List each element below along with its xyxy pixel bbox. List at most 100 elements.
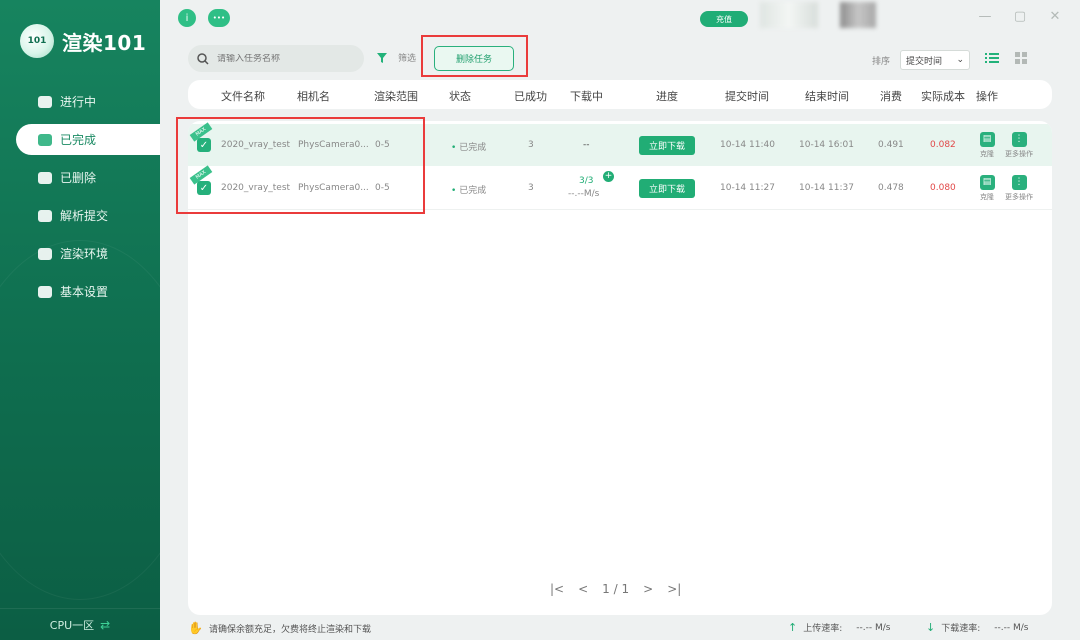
shield-icon[interactable]: i [178, 9, 196, 27]
status-text: 已完成 [459, 186, 487, 196]
last-page-button[interactable]: >| [667, 582, 681, 596]
row-checkbox[interactable]: ✓ [197, 138, 211, 152]
delete-cloud-icon [38, 171, 52, 184]
sort-select[interactable]: 提交时间 ⌄ [900, 50, 971, 70]
warning-text: 请确保余额充足，欠费将终止渲染和下载 [208, 624, 371, 635]
cell-status: • 已完成 [451, 143, 487, 153]
more-actions-label: 更多操作 [1005, 150, 1033, 158]
header-success[interactable]: 已成功 [514, 88, 547, 104]
delete-task-button[interactable]: 删除任务 [434, 46, 514, 71]
status-text: 已完成 [459, 143, 487, 153]
download-value: --.-- M/s [994, 622, 1029, 633]
clone-icon: ▤ [979, 175, 995, 190]
header-file-name[interactable]: 文件名称 [221, 88, 265, 104]
header-actual-cost[interactable]: 实际成本 [921, 88, 965, 104]
upload-speed: ↑ 上传速率: --.-- M/s [788, 621, 890, 634]
cell-consume: 0.491 [878, 140, 904, 150]
sidebar-item-completed[interactable]: 已完成 [16, 124, 160, 155]
sidebar-item-label: 渲染环境 [60, 247, 109, 261]
sidebar-item-deleted[interactable]: 已删除 [16, 162, 160, 193]
table-row[interactable]: MAX ✓ 2020_vray_test PhysCamera0... 0-5 … [188, 122, 1052, 166]
cell-end-time: 10-14 16:01 [799, 140, 854, 150]
plus-icon[interactable]: + [603, 171, 614, 182]
clone-icon: ▤ [979, 132, 995, 147]
minimize-icon[interactable]: — [978, 10, 992, 24]
cell-success: 3 [528, 183, 534, 193]
download-speed: ↓ 下载速率: --.-- M/s [926, 621, 1028, 634]
grid-view-icon[interactable] [1014, 52, 1028, 64]
header-status[interactable]: 状态 [449, 88, 471, 104]
cell-range: 0-5 [375, 183, 390, 193]
clone-button[interactable]: ▤ 克隆 [975, 175, 999, 202]
chevron-down-icon: ⌄ [956, 55, 965, 65]
header-range[interactable]: 渲染范围 [374, 88, 418, 104]
cell-download-speed: --.--M/s [568, 189, 600, 199]
maximize-icon[interactable]: ▢ [1013, 10, 1027, 24]
cell-status: • 已完成 [451, 186, 487, 196]
camera-icon [38, 209, 52, 222]
download-arrow-icon: ↓ [926, 621, 936, 634]
list-view-icon[interactable] [985, 52, 999, 64]
app-logo: 101 渲染101 [20, 24, 146, 58]
sidebar-item-label: 基本设置 [60, 285, 109, 299]
download-now-button[interactable]: 立即下载 [639, 179, 695, 198]
upload-label: 上传速率: [803, 624, 843, 634]
next-page-button[interactable]: > [643, 582, 653, 596]
clone-label: 克隆 [980, 193, 994, 201]
header-camera[interactable]: 相机名 [297, 88, 330, 104]
cell-downloading: -- [583, 140, 590, 150]
sidebar-nav: 进行中 已完成 已删除 解析提交 渲染环境 基本设置 [0, 86, 160, 314]
more-actions-button[interactable]: ⋮ 更多操作 [1001, 132, 1037, 159]
close-icon[interactable]: ✕ [1048, 10, 1062, 24]
header-end-time[interactable]: 结束时间 [805, 88, 849, 104]
upload-arrow-icon: ↑ [788, 621, 798, 634]
header-consume[interactable]: 消费 [880, 88, 902, 104]
header-progress[interactable]: 进度 [656, 88, 678, 104]
sidebar-item-render-env[interactable]: 渲染环境 [16, 238, 160, 269]
clone-button[interactable]: ▤ 克隆 [975, 132, 999, 159]
row-checkbox[interactable]: ✓ [197, 181, 211, 195]
search-box [188, 45, 364, 72]
bell-icon: ✋ [188, 621, 203, 635]
avatar[interactable] [840, 2, 876, 28]
first-page-button[interactable]: |< [550, 582, 564, 596]
filter-label: 筛选 [398, 54, 417, 64]
download-now-button[interactable]: 立即下载 [639, 136, 695, 155]
balance-warning: ✋ 请确保余额充足，欠费将终止渲染和下载 [188, 621, 371, 635]
sidebar-item-settings[interactable]: 基本设置 [16, 276, 160, 307]
sidebar-item-label: 已完成 [60, 133, 97, 147]
filter-icon [377, 52, 387, 63]
more-icon: ⋮ [1011, 175, 1027, 190]
title-bar: i ••• 充值 — ▢ ✕ [160, 0, 1080, 38]
cell-actual-cost: 0.080 [930, 183, 956, 193]
more-actions-button[interactable]: ⋮ 更多操作 [1001, 175, 1037, 202]
status-bar: ✋ 请确保余额充足，欠费将终止渲染和下载 ↑ 上传速率: --.-- M/s ↓… [160, 615, 1080, 640]
cell-submit-time: 10-14 11:40 [720, 140, 775, 150]
row-divider [188, 209, 1052, 210]
header-submit-time[interactable]: 提交时间 [725, 88, 769, 104]
box-icon [38, 247, 52, 260]
sidebar-item-in-progress[interactable]: 进行中 [16, 86, 160, 117]
header-actions: 操作 [976, 90, 998, 103]
cell-file-name: 2020_vray_test [221, 183, 291, 193]
app-title: 渲染101 [62, 30, 147, 55]
chat-icon[interactable]: ••• [208, 9, 230, 27]
search-input[interactable] [217, 53, 347, 64]
cell-camera: PhysCamera0... [298, 183, 369, 193]
table-row[interactable]: MAX ✓ 2020_vray_test PhysCamera0... 0-5 … [188, 165, 1052, 209]
sidebar-item-label: 已删除 [60, 171, 97, 185]
folder-icon [38, 285, 52, 298]
download-label: 下载速率: [941, 624, 981, 634]
cpu-zone-switch[interactable]: CPU一区 ⇄ [0, 608, 160, 640]
sidebar-item-label: 解析提交 [60, 209, 109, 223]
recharge-button[interactable]: 充值 [700, 11, 748, 27]
filter-control[interactable]: 筛选 [376, 51, 416, 64]
header-downloading[interactable]: 下载中 [570, 88, 603, 104]
sidebar-item-parse-submit[interactable]: 解析提交 [16, 200, 160, 231]
page-indicator: 1 / 1 [602, 582, 630, 596]
upload-value: --.-- M/s [856, 622, 891, 633]
cloud-icon [38, 95, 52, 108]
prev-page-button[interactable]: < [578, 582, 588, 596]
cell-end-time: 10-14 11:37 [799, 183, 854, 193]
sidebar-item-label: 进行中 [60, 95, 97, 109]
